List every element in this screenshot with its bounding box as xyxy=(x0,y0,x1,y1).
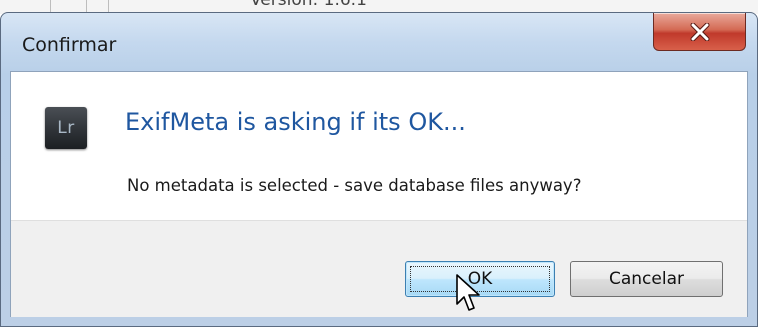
close-button[interactable] xyxy=(653,13,746,51)
close-icon xyxy=(690,22,709,41)
cancel-button[interactable]: Cancelar xyxy=(570,261,723,297)
ok-button[interactable]: OK xyxy=(405,261,555,297)
focus-indicator xyxy=(410,266,550,292)
dialog-content: Lr ExifMeta is asking if its OK... No me… xyxy=(10,71,748,317)
lightroom-app-icon: Lr xyxy=(45,107,87,149)
dialog-title: Confirmar xyxy=(22,34,117,56)
dialog-titlebar[interactable]: Confirmar xyxy=(1,13,757,70)
dialog-headline: ExifMeta is asking if its OK... xyxy=(125,108,466,136)
dialog-button-bar: OK Cancelar xyxy=(11,220,747,317)
cancel-button-label: Cancelar xyxy=(609,269,684,289)
dialog-message: No metadata is selected - save database … xyxy=(127,176,582,195)
app-icon-label: Lr xyxy=(57,118,75,138)
background-version-text: Version: 1.6.1 xyxy=(250,0,367,10)
confirm-dialog: Confirmar Lr ExifMeta is asking if its O… xyxy=(0,12,758,327)
